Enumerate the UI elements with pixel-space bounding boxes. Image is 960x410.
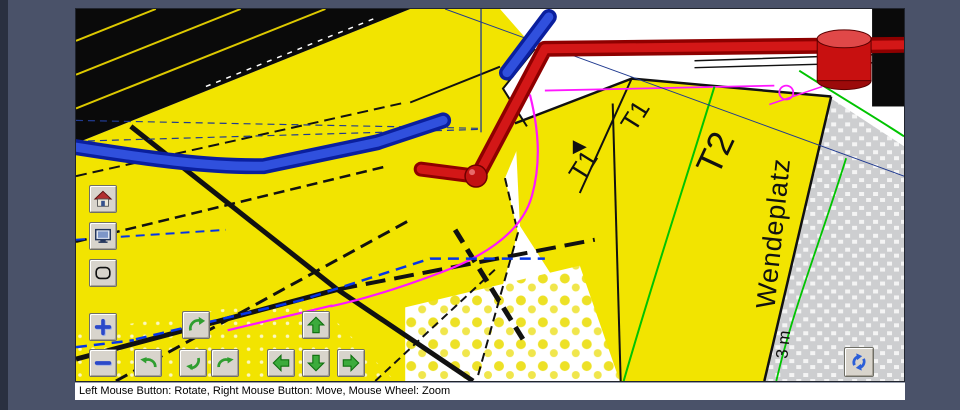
pan-left-button[interactable]	[267, 349, 295, 377]
pan-up-icon	[306, 315, 326, 335]
red-shaft-cylinder	[817, 30, 871, 90]
status-bar: Left Mouse Button: Rotate, Right Mouse B…	[75, 382, 905, 400]
zoom-in-icon	[93, 317, 113, 337]
rotate-down-icon	[183, 353, 203, 373]
rotate-left-icon	[138, 353, 158, 373]
pan-down-icon	[306, 353, 326, 373]
screen-icon	[93, 226, 113, 246]
fit-extent-button[interactable]	[89, 259, 117, 287]
pan-down-button[interactable]	[302, 349, 330, 377]
rotate-up-icon	[186, 315, 206, 335]
zoom-out-icon	[93, 353, 113, 373]
zoom-out-button[interactable]	[89, 349, 117, 377]
fit-rectangle-icon	[93, 263, 113, 283]
status-bar-text: Left Mouse Button: Rotate, Right Mouse B…	[79, 385, 450, 397]
rotate-left-button[interactable]	[134, 349, 162, 377]
pan-up-button[interactable]	[302, 311, 330, 339]
rotate-up-button[interactable]	[182, 311, 210, 339]
refresh-button[interactable]	[844, 347, 874, 377]
pan-right-icon	[341, 353, 361, 373]
pan-right-button[interactable]	[337, 349, 365, 377]
rotate-down-button[interactable]	[179, 349, 207, 377]
label-3m: 3 m	[772, 330, 794, 360]
rotate-right-icon	[215, 353, 235, 373]
map-viewport[interactable]: T1 T1 T2 Wendeplatz 3 m	[75, 8, 905, 382]
refresh-icon	[849, 352, 869, 372]
zoom-in-button[interactable]	[89, 313, 117, 341]
rotate-right-button[interactable]	[211, 349, 239, 377]
window-frame-edge	[0, 0, 8, 410]
home-icon	[93, 189, 113, 209]
pan-left-icon	[271, 353, 291, 373]
screen-view-button[interactable]	[89, 222, 117, 250]
home-view-button[interactable]	[89, 185, 117, 213]
